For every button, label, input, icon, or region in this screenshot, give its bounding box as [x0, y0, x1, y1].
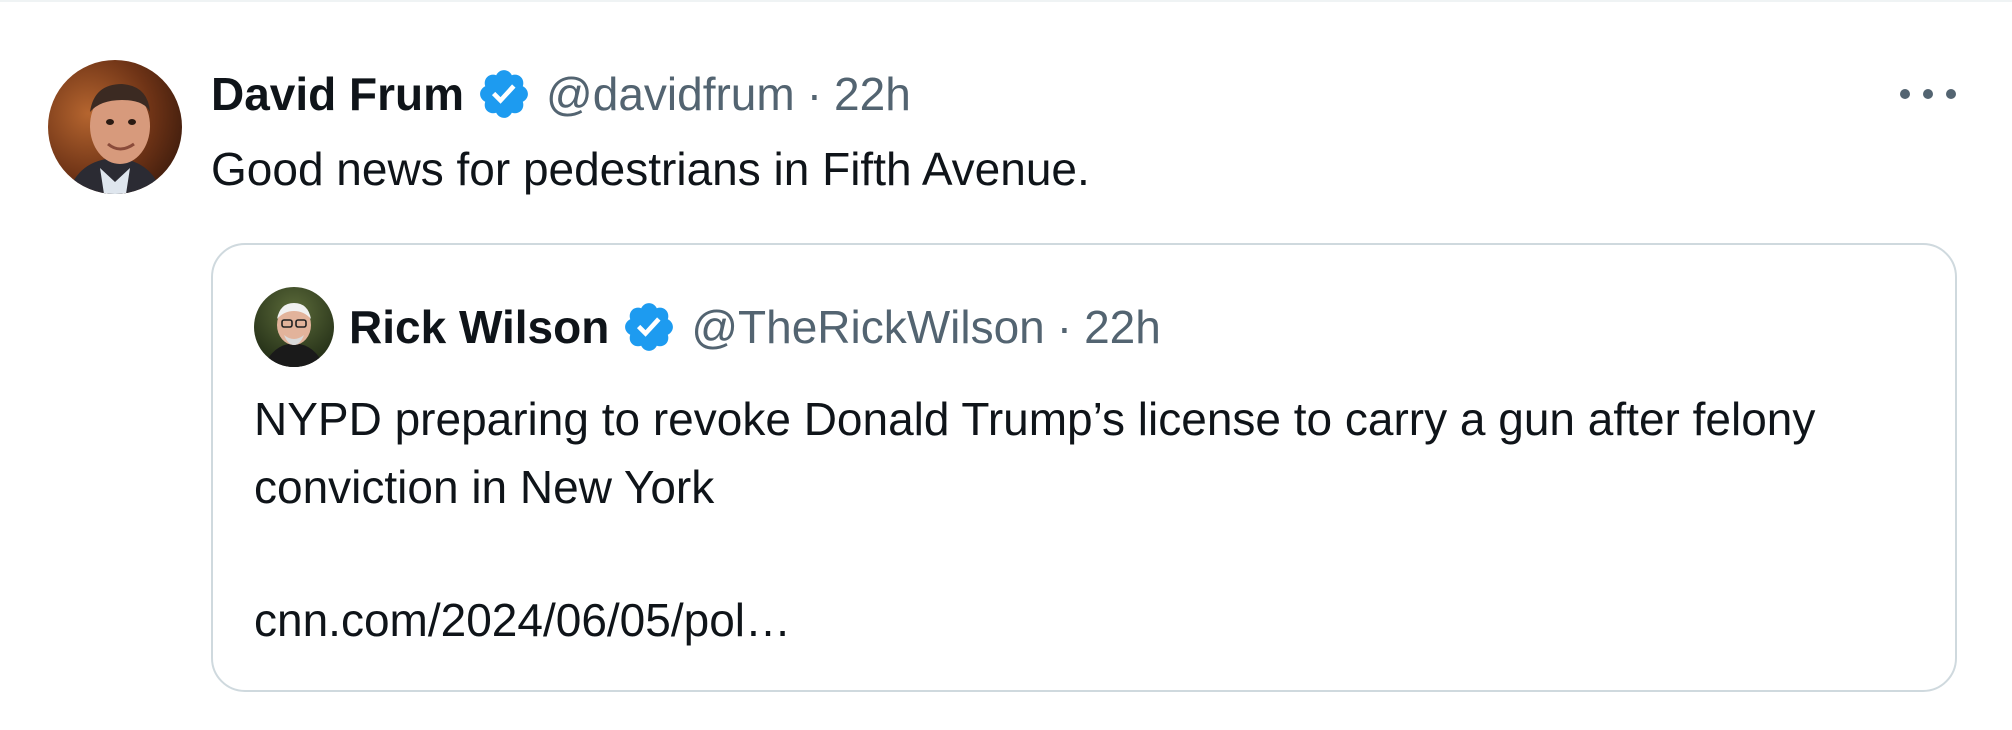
author-avatar[interactable]: [48, 60, 182, 194]
avatar-image: [48, 60, 182, 194]
tweet-text: Good news for pedestrians in Fifth Avenu…: [211, 143, 1090, 195]
author-name[interactable]: David Frum: [211, 67, 464, 121]
more-horizontal-icon[interactable]: [1900, 76, 1956, 112]
quoted-author-avatar[interactable]: [254, 287, 334, 367]
more-dot: [1946, 89, 1956, 99]
separator-dot: ·: [1056, 301, 1073, 353]
quoted-tweet-header: Rick Wilson @TheRickWilson · 22h: [349, 297, 1161, 357]
more-dot: [1900, 89, 1910, 99]
quoted-avatar-image: [254, 287, 334, 367]
verified-badge-icon: [625, 303, 674, 351]
quoted-timestamp[interactable]: 22h: [1084, 300, 1161, 354]
more-dot: [1923, 89, 1933, 99]
quoted-author-handle[interactable]: @TheRickWilson: [691, 300, 1044, 354]
author-handle[interactable]: @davidfrum: [546, 67, 795, 121]
quoted-author-name[interactable]: Rick Wilson: [349, 300, 609, 354]
verified-badge-icon: [480, 70, 528, 118]
separator-dot: ·: [806, 68, 823, 120]
tweet-header: David Frum @davidfrum · 22h: [211, 66, 911, 122]
timestamp[interactable]: 22h: [834, 67, 911, 121]
quoted-tweet-link[interactable]: cnn.com/2024/06/05/pol…: [254, 591, 791, 649]
quoted-tweet-text: NYPD preparing to revoke Donald Trump’s …: [254, 393, 1816, 513]
quoted-tweet[interactable]: Rick Wilson @TheRickWilson · 22h NYPD pr…: [211, 243, 1957, 692]
tweet[interactable]: David Frum @davidfrum · 22h Good news fo…: [0, 0, 2012, 730]
